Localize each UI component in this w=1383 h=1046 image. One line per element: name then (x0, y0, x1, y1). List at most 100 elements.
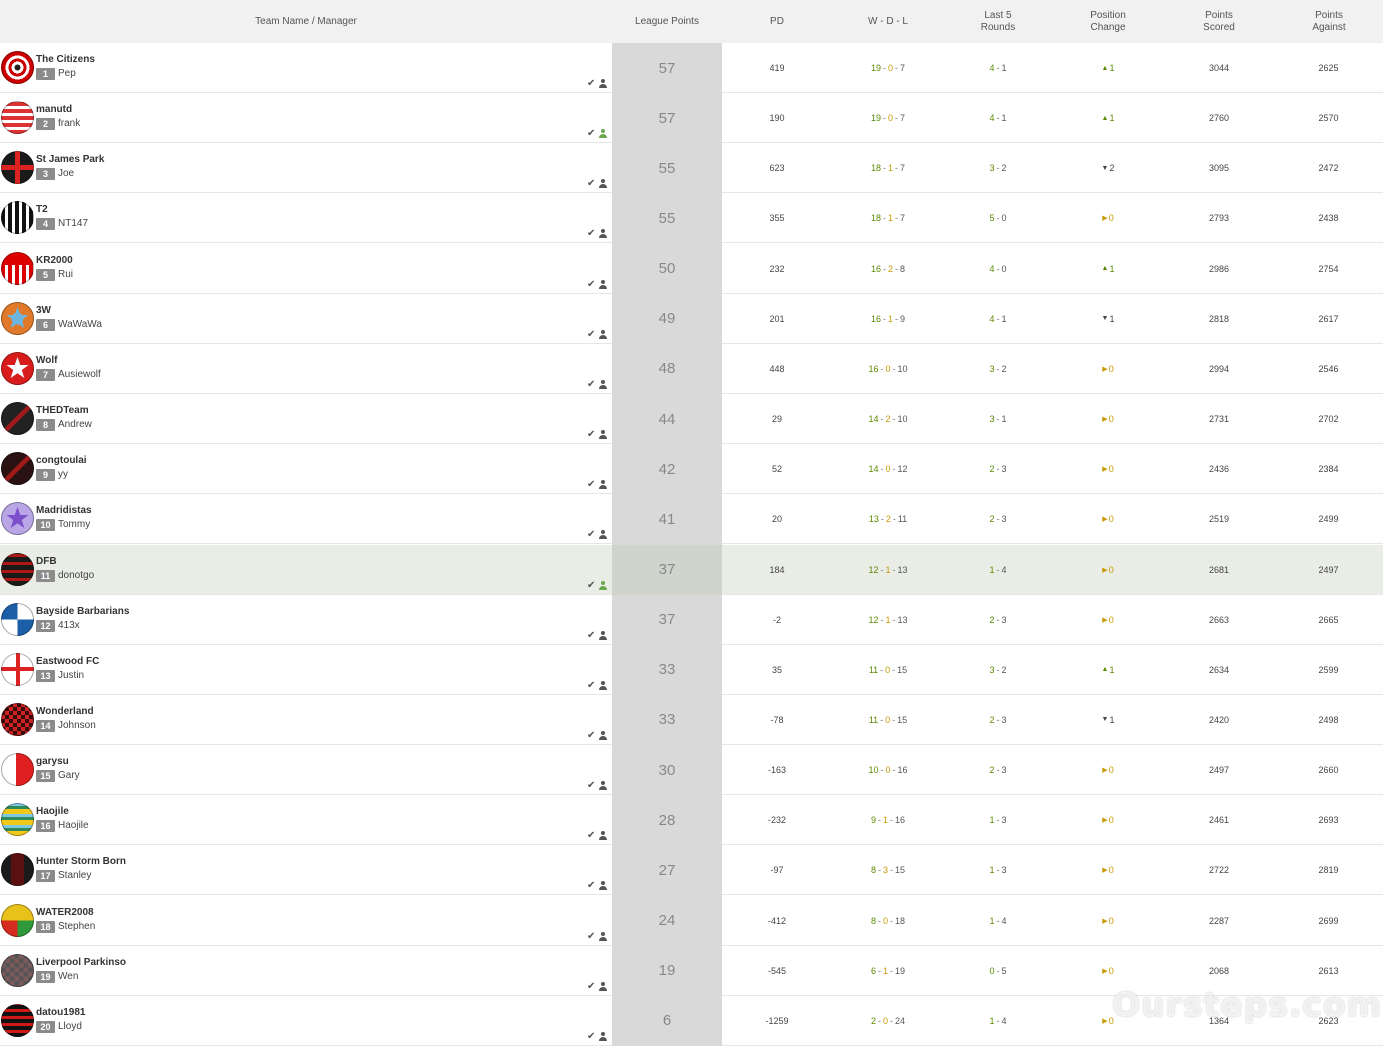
position-change: ▶ 0 (1053, 795, 1163, 845)
user-icon[interactable] (598, 379, 608, 390)
team-name[interactable]: St James Park (36, 154, 104, 165)
user-icon[interactable] (598, 630, 608, 641)
user-icon[interactable] (598, 680, 608, 691)
table-row[interactable]: DFB 11 donotgo ✔ 37 184 12-1-13 1-4 ▶ 0 2… (0, 544, 1383, 595)
team-name[interactable]: WATER2008 (36, 907, 94, 918)
table-row[interactable]: Haojile 16 Haojile ✔ 28 -232 9-1-16 1-3 … (0, 795, 1383, 846)
position-change-value: 1 (1109, 63, 1115, 73)
manager-name[interactable]: NT147 (58, 218, 88, 230)
team-name[interactable]: Madridistas (36, 505, 92, 516)
league-points: 55 (612, 143, 722, 194)
check-icon: ✔ (587, 729, 596, 741)
team-name[interactable]: T2 (36, 204, 48, 215)
position-change: ▶ 0 (1053, 494, 1163, 544)
table-row[interactable]: KR2000 5 Rui ✔ 50 232 16-2-8 4-0 ▲ 1 2986… (0, 243, 1383, 294)
user-icon[interactable] (598, 530, 608, 540)
team-name[interactable]: THEDTeam (36, 405, 89, 416)
header-points-scored[interactable]: Points Scored (1189, 0, 1249, 43)
user-icon[interactable] (598, 329, 608, 340)
manager-name[interactable]: Lloyd (58, 1021, 82, 1033)
team-name[interactable]: KR2000 (36, 255, 73, 266)
table-row[interactable]: WATER2008 18 Stephen ✔ 24 -412 8-0-18 1-… (0, 895, 1383, 946)
header-team[interactable]: Team Name / Manager (0, 0, 612, 43)
points-difference: 201 (769, 313, 785, 324)
user-icon[interactable] (598, 129, 608, 139)
manager-name[interactable]: Pep (58, 68, 76, 80)
team-name[interactable]: datou1981 (36, 1007, 85, 1018)
manager-name[interactable]: Stephen (58, 921, 95, 933)
manager-name[interactable]: Joe (58, 168, 74, 180)
points-against: 2754 (1318, 263, 1339, 274)
user-icon[interactable] (598, 430, 608, 440)
team-name[interactable]: 3W (36, 305, 51, 316)
team-name[interactable]: Liverpool Parkinso (36, 957, 126, 968)
team-name[interactable]: Wolf (36, 355, 57, 366)
manager-name[interactable]: yy (58, 469, 68, 481)
team-name[interactable]: Haojile (36, 806, 69, 817)
manager-name[interactable]: Ausiewolf (58, 369, 101, 381)
table-row[interactable]: Hunter Storm Born 17 Stanley ✔ 27 -97 8-… (0, 845, 1383, 896)
table-row[interactable]: St James Park 3 Joe ✔ 55 623 18-1-7 3-2 … (0, 143, 1383, 194)
manager-name[interactable]: 413x (58, 620, 80, 632)
team-name[interactable]: Wonderland (36, 706, 94, 717)
user-icon[interactable] (598, 881, 608, 891)
user-icon[interactable] (598, 279, 608, 290)
team-name[interactable]: The Citizens (36, 54, 95, 65)
header-league-points[interactable]: League Points (627, 0, 707, 43)
manager-name[interactable]: Rui (58, 269, 73, 281)
team-name[interactable]: manutd (36, 104, 72, 115)
manager-name[interactable]: Justin (58, 670, 84, 682)
header-position-change[interactable]: Position Change (1078, 0, 1138, 43)
manager-name[interactable]: Stanley (58, 870, 91, 882)
last5-losses: 4 (1001, 1015, 1007, 1026)
team-name[interactable]: Bayside Barbarians (36, 606, 129, 617)
league-points: 33 (612, 644, 722, 695)
header-wdl[interactable]: W - D - L (833, 0, 943, 43)
points-scored: 3044 (1208, 63, 1230, 73)
table-row[interactable]: THEDTeam 8 Andrew ✔ 44 29 14-2-10 3-1 ▶ 0… (0, 394, 1383, 445)
table-row[interactable]: Madridistas 10 Tommy ✔ 41 20 13-2-11 2-3… (0, 494, 1383, 545)
manager-name[interactable]: Gary (58, 770, 80, 782)
last5-rounds: 4-0 (989, 263, 1007, 274)
team-name[interactable]: congtoulai (36, 455, 87, 466)
table-row[interactable]: congtoulai 9 yy ✔ 42 52 14-0-12 2-3 ▶ 0 2… (0, 444, 1383, 495)
team-name[interactable]: Eastwood FC (36, 656, 99, 667)
user-icon[interactable] (598, 580, 608, 591)
table-row[interactable]: The Citizens 1 Pep ✔ 57 419 19-0-7 4-1 ▲… (0, 43, 1383, 93)
header-last5[interactable]: Last 5 Rounds (968, 0, 1028, 43)
manager-name[interactable]: frank (58, 118, 80, 130)
check-icon: ✔ (587, 429, 596, 441)
manager-name[interactable]: Haojile (58, 820, 89, 832)
table-row[interactable]: manutd 2 frank ✔ 57 190 19-0-7 4-1 ▲ 1 27… (0, 93, 1383, 144)
wins: 19 (870, 63, 881, 73)
table-row[interactable]: Bayside Barbarians 12 413x ✔ 37 -2 12-1-… (0, 594, 1383, 645)
manager-name[interactable]: Johnson (58, 720, 96, 732)
user-icon[interactable] (598, 831, 608, 841)
table-row[interactable]: T2 4 NT147 ✔ 55 355 18-1-7 5-0 ▶ 0 2793 2… (0, 193, 1383, 244)
table-row[interactable]: garysu 15 Gary ✔ 30 -163 10-0-16 2-3 ▶ 0 … (0, 745, 1383, 796)
manager-name[interactable]: WaWaWa (58, 319, 102, 331)
user-icon[interactable] (598, 931, 608, 942)
header-pd[interactable]: PD (722, 0, 832, 43)
header-points-against[interactable]: Points Against (1299, 0, 1359, 43)
table-row[interactable]: Eastwood FC 13 Justin ✔ 33 35 11-0-15 3-… (0, 644, 1383, 695)
manager-name[interactable]: Wen (58, 971, 78, 983)
team-name[interactable]: Hunter Storm Born (36, 856, 126, 867)
league-points: 42 (612, 444, 722, 495)
table-row[interactable]: 3W 6 WaWaWa ✔ 49 201 16-1-9 4-1 ▼ 1 2818 … (0, 293, 1383, 344)
user-icon[interactable] (598, 730, 608, 741)
user-icon[interactable] (598, 480, 608, 490)
user-icon[interactable] (598, 781, 608, 791)
team-name[interactable]: DFB (36, 556, 57, 567)
table-row[interactable]: Wolf 7 Ausiewolf ✔ 48 448 16-0-10 3-2 ▶ 0… (0, 343, 1383, 394)
check-icon: ✔ (587, 479, 596, 491)
user-icon[interactable] (598, 179, 608, 189)
table-row[interactable]: Wonderland 14 Johnson ✔ 33 -78 11-0-15 2… (0, 694, 1383, 745)
manager-name[interactable]: Andrew (58, 419, 92, 431)
user-icon[interactable] (598, 229, 608, 239)
team-name[interactable]: garysu (36, 756, 69, 767)
user-icon[interactable] (598, 79, 608, 89)
manager-name[interactable]: Tommy (58, 519, 90, 531)
user-icon[interactable] (598, 981, 608, 992)
manager-name[interactable]: donotgo (58, 570, 94, 582)
